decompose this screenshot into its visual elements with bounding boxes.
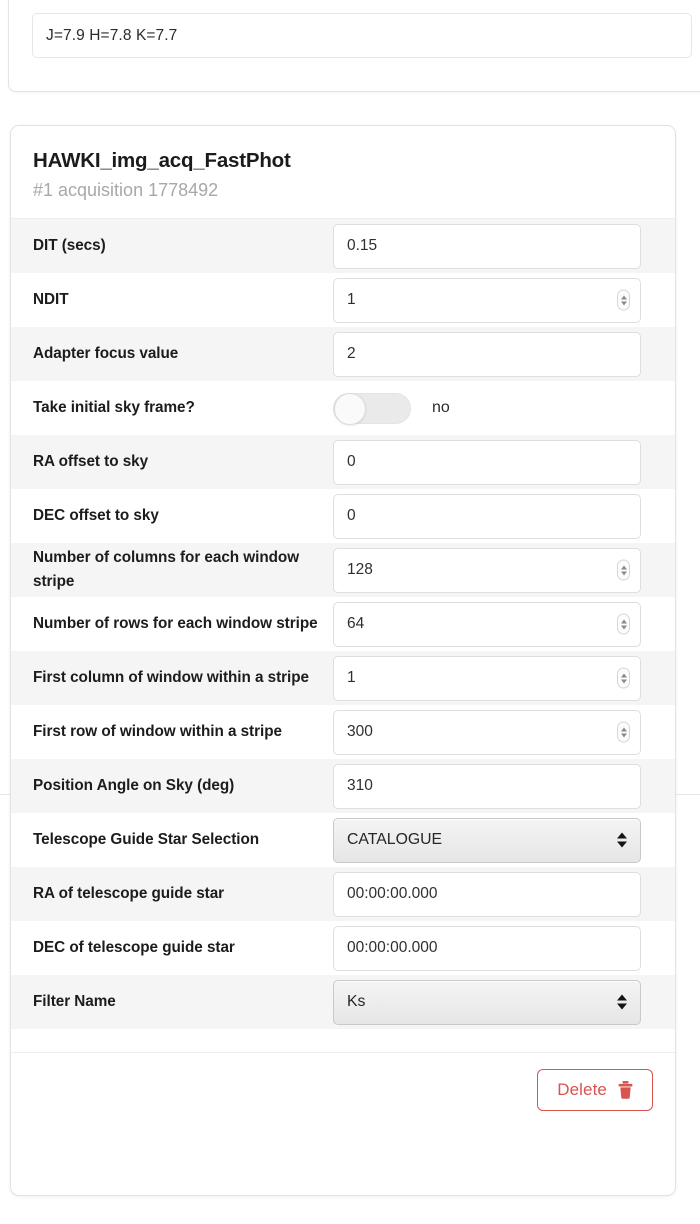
number-stepper-icon[interactable] <box>617 560 630 581</box>
input-value: 00:00:00.000 <box>347 939 438 957</box>
parameter-row: RA of telescope guide star 00:00:00.000 <box>11 867 675 921</box>
screenshot-root: J=7.9 H=7.8 K=7.7 HAWKI_img_acq_FastPhot… <box>0 0 700 1224</box>
number-stepper-icon[interactable] <box>617 290 630 311</box>
delete-button[interactable]: Delete <box>537 1069 653 1111</box>
parameter-label: RA offset to sky <box>33 450 333 474</box>
parameter-number-input[interactable]: 300 <box>333 710 641 755</box>
parameter-label: RA of telescope guide star <box>33 882 333 906</box>
template-card: HAWKI_img_acq_FastPhot #1 acquisition 17… <box>10 125 676 1196</box>
parameter-control: 128 <box>333 548 662 593</box>
parameter-control: 310 <box>333 764 662 809</box>
parameter-control: 0 <box>333 440 662 485</box>
input-value: 64 <box>347 615 364 633</box>
parameter-number-input[interactable]: 64 <box>333 602 641 647</box>
parameter-text-input[interactable]: 310 <box>333 764 641 809</box>
input-value: 0 <box>347 507 356 525</box>
parameter-row: Number of rows for each window stripe 64 <box>11 597 675 651</box>
input-value: 00:00:00.000 <box>347 885 438 903</box>
input-value: 2 <box>347 345 356 363</box>
parameter-label: Filter Name <box>33 990 333 1014</box>
parameter-text-input[interactable]: 0 <box>333 494 641 539</box>
footer-spacer <box>11 1029 675 1052</box>
parameter-label: NDIT <box>33 288 333 312</box>
parameter-label: DEC offset to sky <box>33 504 333 528</box>
toggle-wrapper: no <box>333 393 450 424</box>
input-value: 0.15 <box>347 237 377 255</box>
input-value: 1 <box>347 669 356 687</box>
parameter-label: First row of window within a stripe <box>33 720 333 744</box>
select-value: Ks <box>347 993 365 1011</box>
card-header: HAWKI_img_acq_FastPhot #1 acquisition 17… <box>11 126 675 219</box>
parameter-text-input[interactable]: 0 <box>333 440 641 485</box>
parameter-form: DIT (secs) 0.15 NDIT 1 Adapter focus value 2 T… <box>11 219 675 1029</box>
parameter-select[interactable]: Ks <box>333 980 641 1025</box>
parameter-row: First row of window within a stripe 300 <box>11 705 675 759</box>
parameter-row: DEC offset to sky 0 <box>11 489 675 543</box>
parameter-control: 300 <box>333 710 662 755</box>
parameter-row: DIT (secs) 0.15 <box>11 219 675 273</box>
input-value: 1 <box>347 291 356 309</box>
parameter-label: First column of window within a stripe <box>33 666 333 690</box>
parameter-label: Position Angle on Sky (deg) <box>33 774 333 798</box>
sky-frame-toggle[interactable] <box>333 393 411 424</box>
parameter-row: Telescope Guide Star Selection CATALOGUE <box>11 813 675 867</box>
trash-icon <box>618 1081 633 1099</box>
card-footer: Delete <box>11 1052 675 1127</box>
number-stepper-icon[interactable] <box>617 614 630 635</box>
input-value: 128 <box>347 561 373 579</box>
chevron-updown-icon <box>617 995 627 1010</box>
parameter-row: Take initial sky frame? no <box>11 381 675 435</box>
number-stepper-icon[interactable] <box>617 722 630 743</box>
parameter-number-input[interactable]: 1 <box>333 278 641 323</box>
parameter-control: Ks <box>333 980 662 1025</box>
parameter-row: NDIT 1 <box>11 273 675 327</box>
parameter-row: RA offset to sky 0 <box>11 435 675 489</box>
parameter-label: Adapter focus value <box>33 342 333 366</box>
parameter-number-input[interactable]: 1 <box>333 656 641 701</box>
parameter-control: 0 <box>333 494 662 539</box>
parameter-number-input[interactable]: 128 <box>333 548 641 593</box>
parameter-text-input[interactable]: 00:00:00.000 <box>333 872 641 917</box>
magnitudes-card: J=7.9 H=7.8 K=7.7 <box>8 0 700 92</box>
magnitudes-input[interactable]: J=7.9 H=7.8 K=7.7 <box>32 13 692 58</box>
template-subtitle: #1 acquisition 1778492 <box>33 179 653 202</box>
number-stepper-icon[interactable] <box>617 668 630 689</box>
input-value: 310 <box>347 777 373 795</box>
parameter-select[interactable]: CATALOGUE <box>333 818 641 863</box>
parameter-control: 64 <box>333 602 662 647</box>
parameter-label: DIT (secs) <box>33 234 333 258</box>
select-value: CATALOGUE <box>347 831 442 849</box>
parameter-row: Number of columns for each window stripe… <box>11 543 675 597</box>
input-value: 0 <box>347 453 356 471</box>
parameter-row: Filter Name Ks <box>11 975 675 1029</box>
parameter-control: 00:00:00.000 <box>333 926 662 971</box>
template-name: HAWKI_img_acq_FastPhot <box>33 148 653 174</box>
parameter-label: DEC of telescope guide star <box>33 936 333 960</box>
chevron-updown-icon <box>617 833 627 848</box>
parameter-text-input[interactable]: 00:00:00.000 <box>333 926 641 971</box>
toggle-knob <box>334 393 366 425</box>
input-value: 300 <box>347 723 373 741</box>
toggle-state-label: no <box>432 399 450 417</box>
parameter-control: 1 <box>333 656 662 701</box>
parameter-row: First column of window within a stripe 1 <box>11 651 675 705</box>
parameter-control: CATALOGUE <box>333 818 662 863</box>
parameter-row: Position Angle on Sky (deg) 310 <box>11 759 675 813</box>
parameter-text-input[interactable]: 0.15 <box>333 224 641 269</box>
parameter-control: 2 <box>333 332 662 377</box>
parameter-control: no <box>333 393 662 424</box>
parameter-label: Telescope Guide Star Selection <box>33 828 333 852</box>
parameter-control: 00:00:00.000 <box>333 872 662 917</box>
delete-button-label: Delete <box>557 1080 607 1100</box>
parameter-control: 0.15 <box>333 224 662 269</box>
parameter-control: 1 <box>333 278 662 323</box>
parameter-row: Adapter focus value 2 <box>11 327 675 381</box>
parameter-text-input[interactable]: 2 <box>333 332 641 377</box>
parameter-label: Number of columns for each window stripe <box>33 546 333 593</box>
parameter-label: Take initial sky frame? <box>33 396 333 420</box>
parameter-row: DEC of telescope guide star 00:00:00.000 <box>11 921 675 975</box>
parameter-label: Number of rows for each window stripe <box>33 612 333 636</box>
